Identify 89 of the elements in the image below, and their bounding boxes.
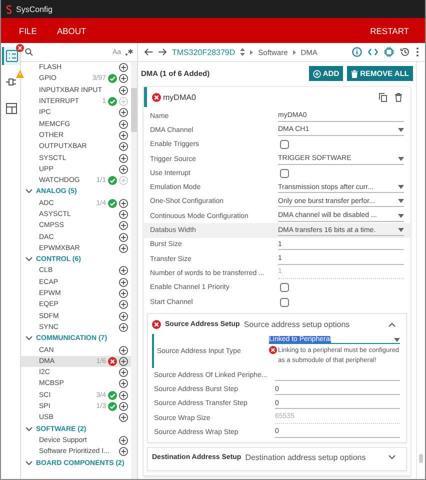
add-icon[interactable] (119, 221, 128, 230)
warning-badge-icon (16, 70, 24, 78)
window-title: SysConfig (16, 4, 52, 14)
sort-icon[interactable] (240, 48, 246, 56)
check-icon (108, 390, 117, 400)
add-icon[interactable] (119, 278, 128, 287)
caret-icon (398, 199, 404, 204)
error-icon (152, 320, 161, 329)
add-icon[interactable] (119, 346, 128, 355)
caret-icon (398, 156, 404, 161)
error-icon (269, 346, 277, 354)
check-icon (108, 198, 117, 208)
chevron-down-icon[interactable] (25, 460, 33, 466)
chevron-down-icon[interactable] (25, 189, 33, 194)
add-icon[interactable] (119, 164, 128, 174)
code-icon[interactable] (368, 48, 378, 56)
regex-icon[interactable] (125, 48, 133, 56)
caret-icon (398, 214, 404, 218)
add-icon[interactable] (119, 447, 128, 456)
panel-icon (6, 102, 17, 114)
checkbox[interactable] (280, 140, 289, 150)
add-icon[interactable] (119, 289, 128, 298)
add-icon[interactable] (119, 312, 128, 321)
trash-icon (351, 70, 358, 78)
menu-item[interactable]: FILE (13, 26, 43, 36)
add-icon[interactable] (119, 63, 128, 72)
add-icon[interactable] (119, 130, 128, 140)
add-icon[interactable] (119, 390, 128, 400)
check-icon (108, 74, 117, 84)
add-icon[interactable] (119, 413, 128, 422)
device-link[interactable]: TMS320F28379D (172, 48, 236, 56)
add-icon[interactable] (119, 356, 128, 366)
add-icon[interactable] (119, 244, 128, 253)
caret-icon (398, 185, 404, 190)
add-icon[interactable] (119, 120, 128, 129)
add-icon[interactable] (119, 300, 128, 310)
copy-icon[interactable] (379, 92, 387, 102)
add-icon[interactable] (119, 210, 128, 219)
history-icon[interactable] (400, 47, 410, 57)
trash-icon[interactable] (395, 92, 402, 102)
chevron-up-icon[interactable] (388, 322, 396, 327)
caret-icon (398, 128, 404, 132)
section-description: Source address setup options (244, 320, 351, 329)
restart-button[interactable]: RESTART (364, 26, 415, 36)
error-badge-icon (16, 44, 24, 52)
more-icon[interactable] (416, 47, 419, 57)
caret-icon (398, 228, 404, 232)
add-icon[interactable] (119, 322, 128, 332)
instance-name: myDMA0 (163, 92, 197, 102)
add-icon[interactable] (119, 379, 128, 388)
list-icon (6, 50, 18, 62)
add-icon (312, 70, 321, 78)
logo-icon (6, 4, 12, 14)
info-icon[interactable] (352, 47, 362, 57)
back-arrow-icon[interactable] (144, 48, 153, 56)
search-icon (25, 48, 33, 56)
checkbox[interactable] (280, 168, 289, 178)
menu-item[interactable]: ABOUT (50, 26, 92, 36)
caret-icon (394, 338, 400, 342)
scrollbar[interactable] (131, 62, 137, 479)
forward-arrow-icon[interactable] (158, 48, 167, 56)
error-icon (108, 356, 117, 366)
add-icon[interactable] (119, 266, 128, 276)
section-description: Destination address setup options (245, 453, 367, 462)
chip-icon[interactable] (384, 47, 394, 57)
checkbox[interactable] (280, 298, 289, 306)
add-icon[interactable] (119, 74, 128, 84)
chevron-right-icon (250, 50, 254, 54)
add-icon[interactable] (119, 402, 128, 412)
add-icon[interactable] (119, 142, 128, 152)
scrollbar[interactable] (416, 62, 425, 479)
add-icon[interactable] (119, 436, 128, 445)
checkbox[interactable] (280, 283, 289, 292)
error-icon (152, 92, 161, 102)
add-icon[interactable] (119, 108, 128, 118)
chevron-right-icon (292, 50, 296, 54)
chevron-down-icon[interactable] (388, 455, 396, 460)
add-icon[interactable] (119, 232, 128, 242)
chevron-down-icon[interactable] (25, 426, 33, 432)
check-icon (108, 97, 117, 106)
add-icon[interactable] (119, 86, 128, 95)
plug-icon (5, 76, 18, 88)
check-icon (108, 402, 117, 412)
add-icon[interactable] (119, 368, 128, 378)
add-icon[interactable] (119, 154, 128, 163)
chevron-down-icon[interactable] (25, 336, 33, 342)
chevron-down-icon[interactable] (25, 257, 33, 262)
check-icon (108, 176, 117, 186)
add-icon[interactable] (119, 198, 128, 208)
